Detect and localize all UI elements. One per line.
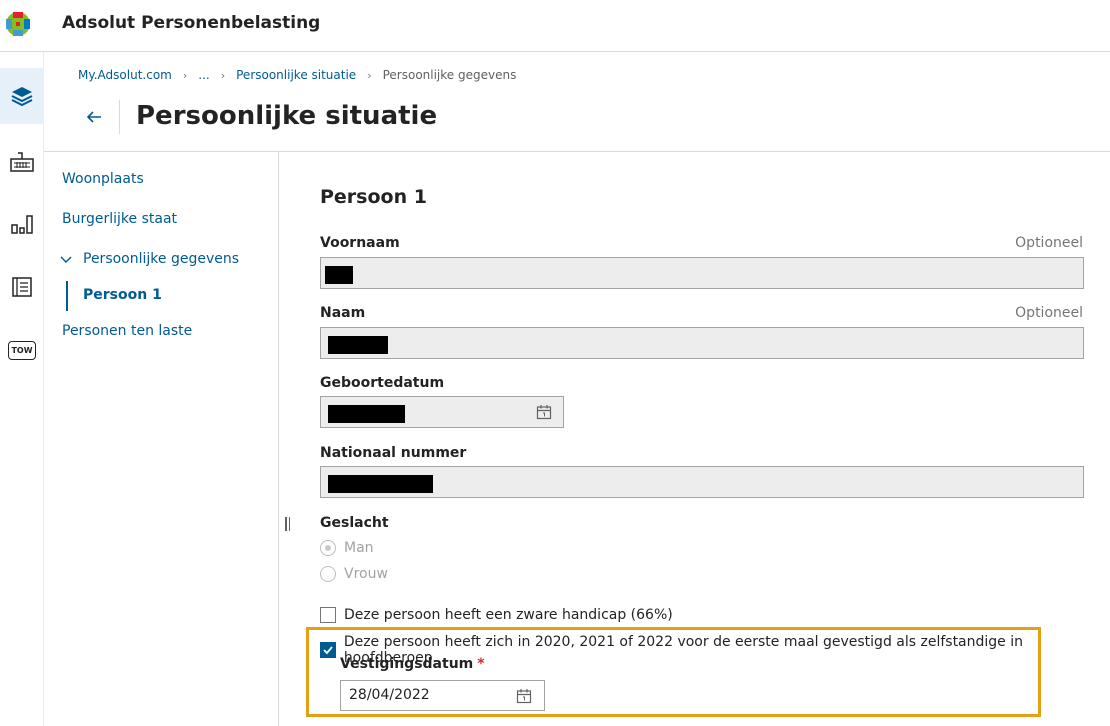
gender-option-vrouw[interactable]: Vrouw (320, 566, 388, 582)
handicap-checkbox-row[interactable]: Deze persoon heeft een zware handicap (6… (320, 607, 673, 623)
nav-active-indicator (66, 281, 68, 311)
national-number-label: Nationaal nummer (320, 445, 467, 461)
redacted-value (328, 336, 388, 354)
establishment-date-input[interactable]: 28/04/2022 (340, 680, 545, 711)
redacted-value (328, 475, 433, 493)
gender-label: Geslacht (320, 515, 389, 531)
radio-button[interactable] (320, 566, 336, 582)
breadcrumb: My.Adsolut.com › ... › Persoonlijke situ… (78, 68, 516, 82)
tow-icon: TOW (8, 340, 36, 360)
calendar-icon[interactable] (516, 688, 532, 704)
document-icon (12, 277, 32, 297)
nav-item-burgerlijke-staat[interactable]: Burgerlijke staat (62, 211, 177, 227)
breadcrumb-current: Persoonlijke gegevens (382, 68, 517, 82)
nav-item-woonplaats[interactable]: Woonplaats (62, 171, 144, 187)
handicap-checkbox[interactable] (320, 607, 336, 623)
establishment-date-value: 28/04/2022 (349, 687, 430, 703)
last-name-optional: Optioneel (1015, 305, 1083, 321)
calendar-icon[interactable] (536, 404, 552, 420)
panel-resize-handle[interactable] (285, 517, 291, 533)
first-name-label: Voornaam (320, 235, 400, 251)
radio-button[interactable] (320, 540, 336, 556)
birth-date-label: Geboortedatum (320, 375, 445, 391)
gender-option-label: Man (344, 540, 374, 556)
self-employed-checkbox[interactable] (320, 642, 336, 658)
wolters-kluwer-logo-icon[interactable] (5, 11, 31, 37)
rail-item-keyboard[interactable] (0, 134, 44, 190)
establishment-date-label-text: Vestigingsdatum (340, 656, 474, 672)
breadcrumb-situation[interactable]: Persoonlijke situatie (236, 68, 356, 82)
page-title: Persoonlijke situatie (136, 101, 438, 131)
section-title: Persoon 1 (320, 186, 427, 208)
rail-item-tow[interactable]: TOW (0, 322, 44, 378)
chevron-down-icon[interactable] (60, 256, 72, 264)
last-name-field[interactable] (320, 327, 1084, 359)
app-title: Adsolut Personenbelasting (62, 13, 321, 33)
title-divider (119, 100, 120, 134)
required-mark: * (477, 656, 485, 672)
establishment-date-label: Vestigingsdatum * (340, 656, 485, 672)
chevron-right-icon: › (367, 68, 372, 82)
top-bar: Adsolut Personenbelasting (0, 0, 1110, 52)
nav-item-persoon-1[interactable]: Persoon 1 (83, 287, 162, 303)
last-name-label: Naam (320, 305, 366, 321)
nav-item-personen-ten-laste[interactable]: Personen ten laste (62, 323, 192, 339)
bar-chart-icon (11, 215, 33, 234)
breadcrumb-ellipsis[interactable]: ... (198, 68, 209, 82)
first-name-field[interactable] (320, 257, 1084, 289)
gender-option-label: Vrouw (344, 566, 388, 582)
breadcrumb-home[interactable]: My.Adsolut.com (78, 68, 172, 82)
section-nav: Woonplaats Burgerlijke staat Persoonlijk… (44, 152, 279, 726)
handicap-checkbox-label: Deze persoon heeft een zware handicap (6… (344, 607, 673, 623)
back-arrow-icon[interactable] (84, 107, 104, 127)
rail-item-layers[interactable] (0, 68, 44, 124)
rail-item-documents[interactable] (0, 259, 44, 315)
nav-item-persoonlijke-gegevens[interactable]: Persoonlijke gegevens (83, 251, 239, 267)
national-number-field[interactable] (320, 466, 1084, 498)
icon-rail: TOW (0, 52, 44, 726)
rail-item-reports[interactable] (0, 196, 44, 252)
chevron-right-icon: › (182, 68, 188, 82)
keyboard-icon (10, 152, 34, 172)
redacted-value (328, 405, 405, 423)
checkmark-icon (323, 646, 333, 655)
first-name-optional: Optioneel (1015, 235, 1083, 251)
layers-icon (11, 87, 33, 107)
gender-option-man[interactable]: Man (320, 540, 374, 556)
redacted-value (325, 266, 353, 284)
chevron-right-icon: › (220, 68, 226, 82)
birth-date-field[interactable] (320, 396, 564, 428)
